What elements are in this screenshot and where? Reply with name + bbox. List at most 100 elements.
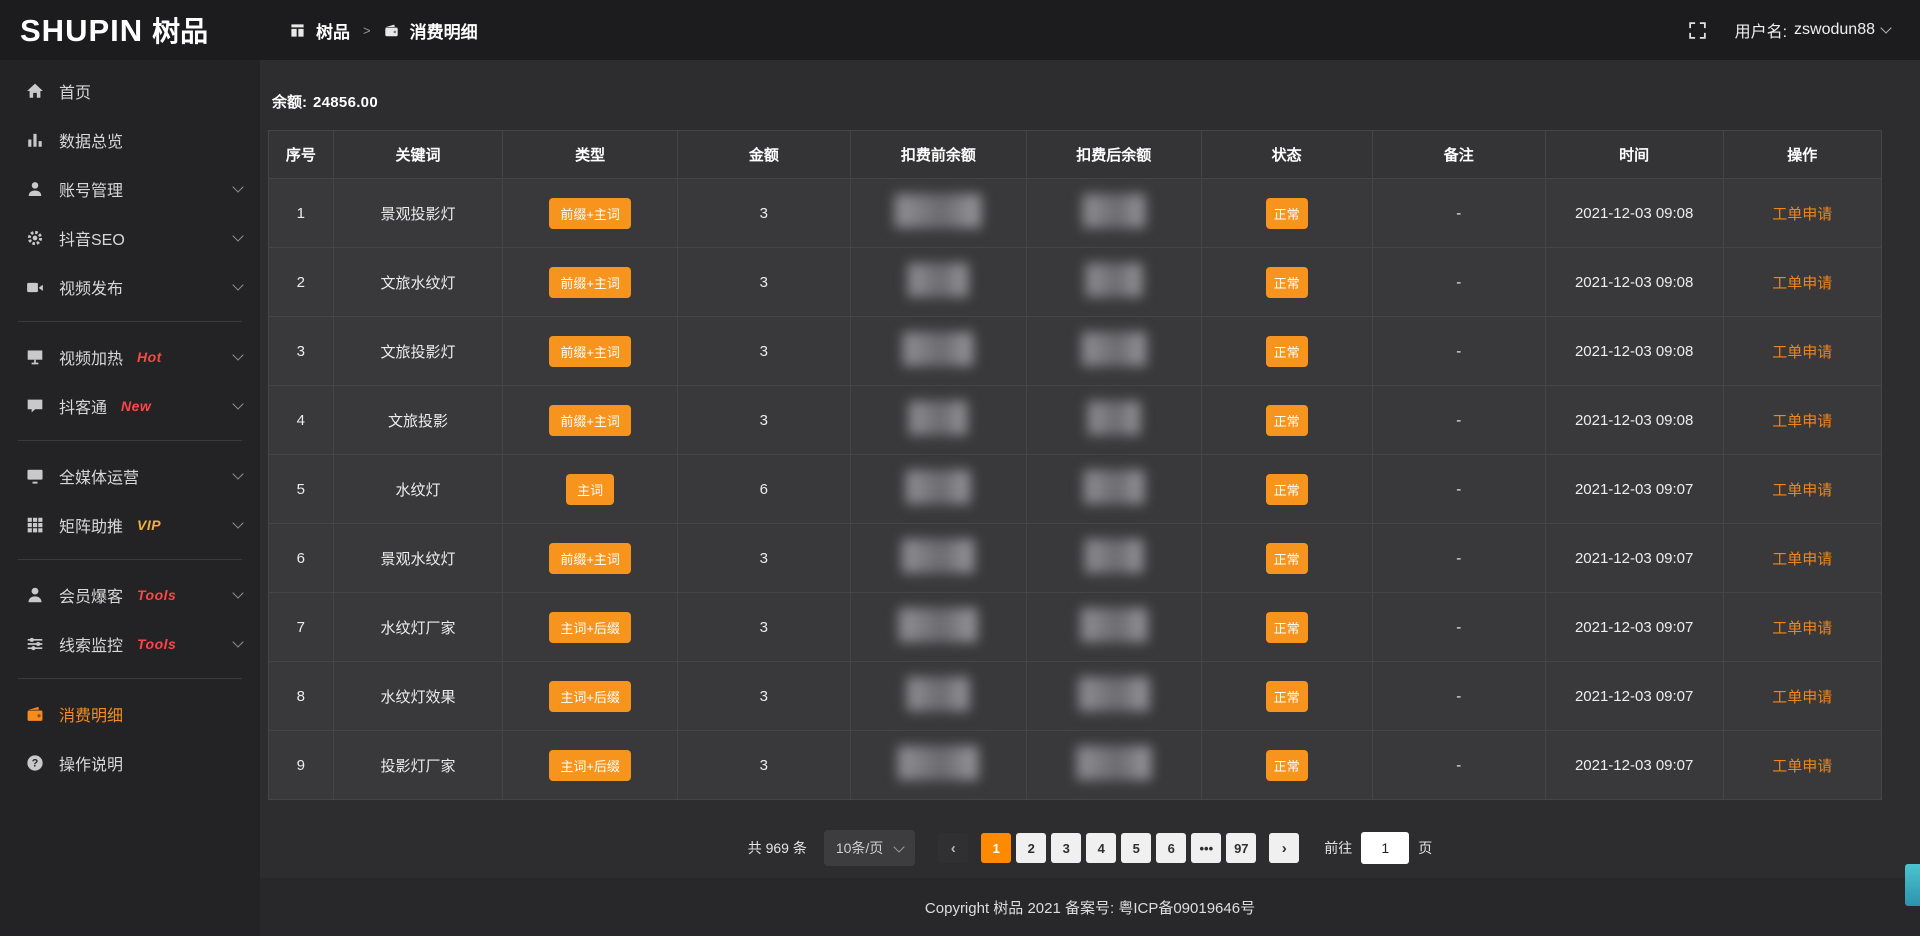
cell-type: 主词+后缀 (503, 731, 678, 800)
sidebar-item-douketong[interactable]: 抖客通New (0, 381, 260, 430)
cell-balance-after (1026, 455, 1201, 524)
sidebar-item-badge: New (121, 398, 151, 414)
cell-index: 3 (269, 317, 334, 386)
sidebar-item-matrix-boost[interactable]: 矩阵助推VIP (0, 500, 260, 549)
cell-amount: 3 (677, 662, 850, 731)
type-badge: 前缀+主词 (549, 405, 631, 436)
username-dropdown[interactable]: 用户名: zswodun88 (1735, 18, 1890, 42)
cell-status: 正常 (1201, 317, 1372, 386)
fullscreen-icon[interactable] (1688, 21, 1707, 40)
cell-remark: - (1372, 662, 1545, 731)
page-button-3[interactable]: 3 (1051, 833, 1081, 863)
table-row: 5水纹灯主词6正常-2021-12-03 09:07工单申请 (269, 455, 1882, 524)
sidebar-item-clue-monitor[interactable]: 线索监控Tools (0, 619, 260, 668)
cell-action: 工单申请 (1723, 593, 1881, 662)
redacted-balance (1084, 470, 1144, 504)
cell-action: 工单申请 (1723, 179, 1881, 248)
username-value: zswodun88 (1794, 21, 1875, 39)
work-order-link[interactable]: 工单申请 (1772, 758, 1832, 775)
work-order-link[interactable]: 工单申请 (1772, 206, 1832, 223)
sidebar-divider (18, 440, 242, 441)
page-button-1[interactable]: 1 (981, 833, 1011, 863)
prev-page-button[interactable]: ‹ (938, 833, 968, 863)
work-order-link[interactable]: 工单申请 (1772, 482, 1832, 499)
sidebar-item-media-operation[interactable]: 全媒体运营 (0, 451, 260, 500)
dashboard-icon (290, 23, 305, 38)
page-button-4[interactable]: 4 (1086, 833, 1116, 863)
redacted-balance (909, 401, 967, 435)
cell-remark: - (1372, 455, 1545, 524)
member-icon (26, 586, 44, 604)
column-header-10: 操作 (1723, 131, 1881, 179)
page-size-select[interactable]: 10条/页 (824, 830, 915, 866)
cell-index: 4 (269, 386, 334, 455)
type-badge: 前缀+主词 (549, 267, 631, 298)
sidebar-item-video-heat[interactable]: 视频加热Hot (0, 332, 260, 381)
cell-type: 前缀+主词 (503, 248, 678, 317)
cell-action: 工单申请 (1723, 662, 1881, 731)
page-button-6[interactable]: 6 (1156, 833, 1186, 863)
sidebar-item-instructions[interactable]: ?操作说明 (0, 738, 260, 787)
work-order-link[interactable]: 工单申请 (1772, 413, 1832, 430)
balance-label: 余额: (272, 94, 307, 111)
cell-time: 2021-12-03 09:08 (1545, 179, 1723, 248)
column-header-7: 状态 (1201, 131, 1372, 179)
work-order-link[interactable]: 工单申请 (1772, 620, 1832, 637)
cell-action: 工单申请 (1723, 455, 1881, 524)
sidebar-item-home[interactable]: 首页 (0, 66, 260, 115)
cell-index: 5 (269, 455, 334, 524)
type-badge: 主词+后缀 (549, 750, 631, 781)
sidebar-item-label: 消费明细 (59, 702, 123, 726)
chevron-down-icon (232, 587, 243, 598)
page-button-2[interactable]: 2 (1016, 833, 1046, 863)
breadcrumb-item-root[interactable]: 树品 (316, 18, 350, 43)
chevron-down-icon (232, 517, 243, 528)
gear-icon (26, 229, 44, 247)
goto-input[interactable] (1361, 832, 1409, 864)
work-order-link[interactable]: 工单申请 (1772, 344, 1832, 361)
work-order-link[interactable]: 工单申请 (1772, 551, 1832, 568)
screen-icon (26, 467, 44, 485)
sidebar-item-douyin-seo[interactable]: 抖音SEO (0, 213, 260, 262)
cell-status: 正常 (1201, 386, 1372, 455)
cell-remark: - (1372, 731, 1545, 800)
type-badge: 前缀+主词 (549, 543, 631, 574)
cell-status: 正常 (1201, 455, 1372, 524)
page-button-97[interactable]: 97 (1226, 833, 1256, 863)
sidebar-item-expense-detail[interactable]: 消费明细 (0, 689, 260, 738)
next-page-button[interactable]: › (1269, 833, 1299, 863)
sidebar-item-account-management[interactable]: 账号管理 (0, 164, 260, 213)
work-order-link[interactable]: 工单申请 (1772, 689, 1832, 706)
pagination: 共 969 条 10条/页 ‹123456•••97› 前往 页 (260, 830, 1920, 866)
redacted-balance (1079, 677, 1149, 711)
cell-index: 1 (269, 179, 334, 248)
cell-remark: - (1372, 593, 1545, 662)
status-badge: 正常 (1266, 474, 1308, 505)
sidebar-item-badge: Tools (137, 587, 176, 603)
copyright-text: Copyright 树品 2021 备案号: 粤ICP备09019646号 (925, 897, 1255, 918)
brand-logo[interactable]: SHUPIN 树品 (0, 15, 260, 46)
cell-balance-after (1026, 524, 1201, 593)
work-order-link[interactable]: 工单申请 (1772, 275, 1832, 292)
page-button-5[interactable]: 5 (1121, 833, 1151, 863)
cell-action: 工单申请 (1723, 317, 1881, 386)
balance-value: 24856.00 (313, 94, 378, 111)
service-widget[interactable] (1905, 864, 1920, 906)
sidebar-item-member-burst[interactable]: 会员爆客Tools (0, 570, 260, 619)
sidebar: 首页数据总览账号管理抖音SEO视频发布视频加热Hot抖客通New 全媒体运营矩阵助… (0, 60, 260, 936)
sidebar-item-video-publish[interactable]: 视频发布 (0, 262, 260, 311)
redacted-balance (903, 332, 973, 366)
chevron-down-icon (232, 636, 243, 647)
page-footer: Copyright 树品 2021 备案号: 粤ICP备09019646号 (260, 878, 1920, 936)
cell-type: 前缀+主词 (503, 524, 678, 593)
page-buttons: ‹ 123456•••97 › (938, 833, 1299, 863)
cell-type: 前缀+主词 (503, 179, 678, 248)
cell-amount: 3 (677, 386, 850, 455)
cell-status: 正常 (1201, 248, 1372, 317)
cell-action: 工单申请 (1723, 248, 1881, 317)
sidebar-item-data-overview[interactable]: 数据总览 (0, 115, 260, 164)
cell-type: 主词 (503, 455, 678, 524)
expense-table: 序号关键词类型金额扣费前余额扣费后余额状态备注时间操作1景观投影灯前缀+主词3正… (268, 130, 1882, 800)
goto-label: 前往 (1324, 838, 1352, 858)
more-pages-button[interactable]: ••• (1191, 833, 1221, 863)
